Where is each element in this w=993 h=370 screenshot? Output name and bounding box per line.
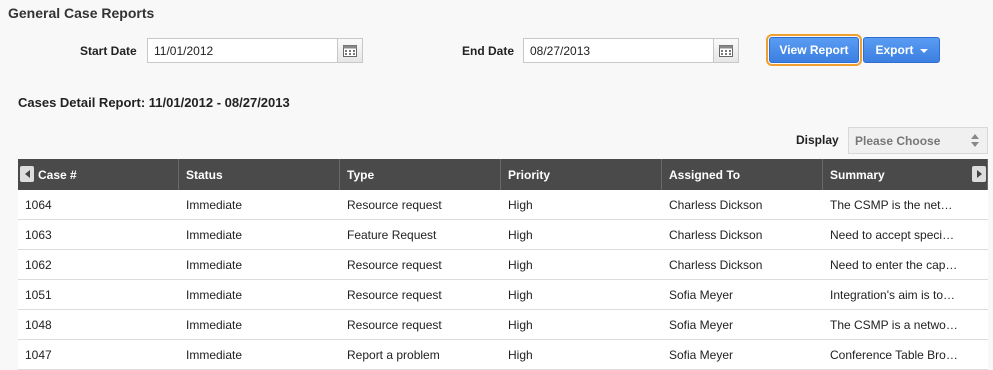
cell-priority: High [508,347,533,362]
column-header-assigned-to[interactable]: Assigned To [662,159,823,190]
calendar-icon [719,45,733,57]
table-row[interactable]: 1063 Immediate Feature Request High Char… [18,220,988,250]
cell-assigned-to: Charless Dickson [669,257,763,272]
display-label: Display [796,133,839,147]
cell-priority: High [508,227,533,242]
view-report-label: View Report [779,43,849,57]
cell-type: Resource request [347,317,442,332]
report-title: Cases Detail Report: 11/01/2012 - 08/27/… [18,95,290,110]
end-date-label: End Date [462,44,515,58]
cell-summary: Conference Table Broken [823,340,988,369]
cell-case-number: 1047 [25,347,52,362]
cell-assigned-to: Sofia Meyer [669,287,734,302]
cases-table: Case # Status Type Priority Assigned To … [18,159,988,370]
cell-status: Immediate [186,257,243,272]
view-report-button[interactable]: View Report [766,34,862,66]
export-button[interactable]: Export [863,37,940,63]
end-date-calendar-button[interactable] [714,38,739,63]
cell-case-number: 1062 [25,257,52,272]
calendar-icon [343,45,357,57]
cell-type: Feature Request [347,227,437,242]
start-date-label: Start Date [80,44,137,58]
cell-priority: High [508,287,533,302]
cell-status: Immediate [186,347,243,362]
summary-text: Integration's aim is to connect [830,287,958,302]
table-header: Case # Status Type Priority Assigned To … [18,159,988,190]
column-header-priority[interactable]: Priority [501,159,662,190]
chevron-down-icon [919,49,928,53]
end-date-input[interactable] [523,38,714,63]
cell-case-number: 1064 [25,197,52,212]
cell-type: Resource request [347,257,442,272]
cell-case-number: 1063 [25,227,52,242]
cell-summary: The CSMP is the network management syste… [823,190,988,219]
display-select-value: Please Choose [855,133,941,148]
table-row[interactable]: 1064 Immediate Resource request High Cha… [18,190,988,220]
cell-summary: Integration's aim is to connect [823,280,988,309]
scroll-right-button[interactable] [972,166,986,182]
summary-text: Need to accept special requests [830,227,958,242]
cell-assigned-to: Sofia Meyer [669,347,734,362]
cell-summary: The CSMP is a network system [823,310,988,339]
column-header-status[interactable]: Status [179,159,340,190]
page-title: General Case Reports [8,5,155,21]
start-date-input[interactable] [147,38,338,63]
select-arrows-icon [971,134,979,147]
table-row[interactable]: 1051 Immediate Resource request High Sof… [18,280,988,310]
cell-status: Immediate [186,227,243,242]
table-row[interactable]: 1047 Immediate Report a problem High Sof… [18,340,988,370]
cell-summary: Need to accept special requests [823,220,988,249]
cell-status: Immediate [186,197,243,212]
cell-assigned-to: Sofia Meyer [669,317,734,332]
column-header-type[interactable]: Type [340,159,501,190]
cell-priority: High [508,257,533,272]
cell-assigned-to: Charless Dickson [669,197,763,212]
summary-text: The CSMP is a network system [830,317,958,332]
cell-type: Resource request [347,287,442,302]
table-row[interactable]: 1062 Immediate Resource request High Cha… [18,250,988,280]
export-label: Export [875,43,914,57]
cell-type: Resource request [347,197,442,212]
table-row[interactable]: 1048 Immediate Resource request High Sof… [18,310,988,340]
column-header-case[interactable]: Case # [18,159,179,190]
cell-priority: High [508,197,533,212]
start-date-calendar-button[interactable] [338,38,363,63]
summary-text: Conference Table Broken [830,347,958,362]
cell-priority: High [508,317,533,332]
cell-status: Immediate [186,287,243,302]
cell-case-number: 1048 [25,317,52,332]
arrow-right-icon [976,170,982,178]
summary-text: Need to enter the capacity [830,257,958,272]
cell-assigned-to: Charless Dickson [669,227,763,242]
display-select[interactable]: Please Choose [848,127,988,154]
column-header-summary[interactable]: Summary [823,159,988,190]
cell-status: Immediate [186,317,243,332]
cell-type: Report a problem [347,347,440,362]
scroll-left-button[interactable] [20,166,34,182]
summary-text: The CSMP is the network management syste… [830,197,958,212]
cell-summary: Need to enter the capacity [823,250,988,279]
cell-case-number: 1051 [25,287,52,302]
arrow-left-icon [24,170,30,178]
